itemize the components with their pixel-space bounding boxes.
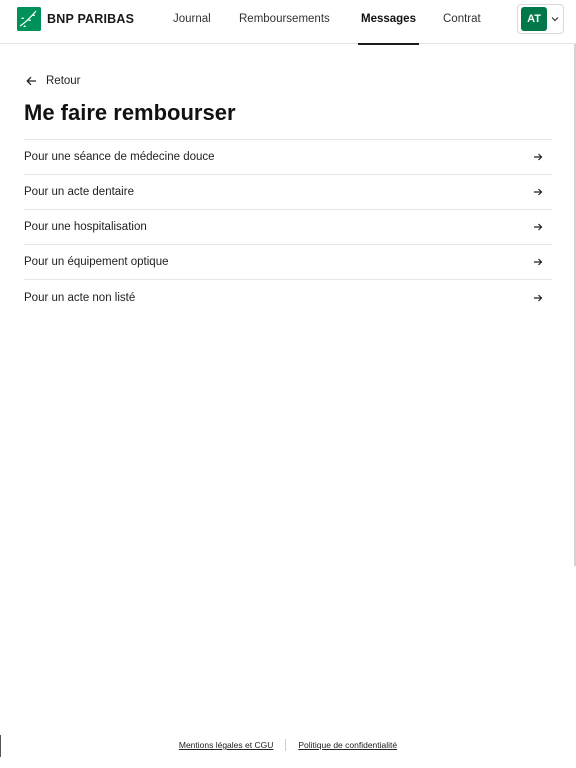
nav-contrat[interactable]: Contrat xyxy=(443,0,481,44)
page-title: Me faire rembourser xyxy=(24,100,236,125)
brand-name: BNP PARIBAS xyxy=(47,12,135,26)
arrow-right-icon xyxy=(534,188,543,196)
option-label: Pour un acte non listé xyxy=(24,291,136,304)
top-header: BNP PARIBAS Journal Remboursements Messa… xyxy=(0,0,576,45)
back-label: Retour xyxy=(46,75,81,87)
bnp-logo-icon xyxy=(17,7,41,31)
account-menu-button[interactable]: AT xyxy=(517,4,564,34)
avatar: AT xyxy=(521,7,547,31)
footer: Mentions légales et CGU Politique de con… xyxy=(0,738,576,752)
nav-messages[interactable]: Messages xyxy=(358,0,419,45)
brand[interactable]: BNP PARIBAS xyxy=(17,7,134,31)
option-hospitalisation[interactable]: Pour une hospitalisation xyxy=(24,210,552,245)
arrow-right-icon xyxy=(534,153,543,161)
nav-remboursements[interactable]: Remboursements xyxy=(239,0,330,44)
option-acte-dentaire[interactable]: Pour un acte dentaire xyxy=(24,175,552,210)
option-acte-non-liste[interactable]: Pour un acte non listé xyxy=(24,280,552,315)
reimbursement-options-list: Pour une séance de médecine douce Pour u… xyxy=(24,139,552,315)
page: BNP PARIBAS Journal Remboursements Messa… xyxy=(0,0,576,768)
arrow-right-icon xyxy=(534,223,543,231)
back-link[interactable]: Retour xyxy=(26,72,81,90)
arrow-right-icon xyxy=(534,294,543,301)
option-label: Pour une hospitalisation xyxy=(24,221,147,233)
option-equipement-optique[interactable]: Pour un équipement optique xyxy=(24,245,552,280)
privacy-link[interactable]: Politique de confidentialité xyxy=(298,740,397,750)
arrow-left-icon xyxy=(26,76,36,86)
option-label: Pour un équipement optique xyxy=(24,256,169,268)
option-label: Pour un acte dentaire xyxy=(24,186,134,198)
legal-link[interactable]: Mentions légales et CGU xyxy=(179,740,274,750)
arrow-right-icon xyxy=(534,258,543,266)
chevron-down-icon xyxy=(550,14,560,24)
footer-divider xyxy=(285,739,287,751)
option-medecine-douce[interactable]: Pour une séance de médecine douce xyxy=(24,140,552,175)
option-label: Pour une séance de médecine douce xyxy=(24,151,215,163)
nav-journal[interactable]: Journal xyxy=(173,0,211,44)
